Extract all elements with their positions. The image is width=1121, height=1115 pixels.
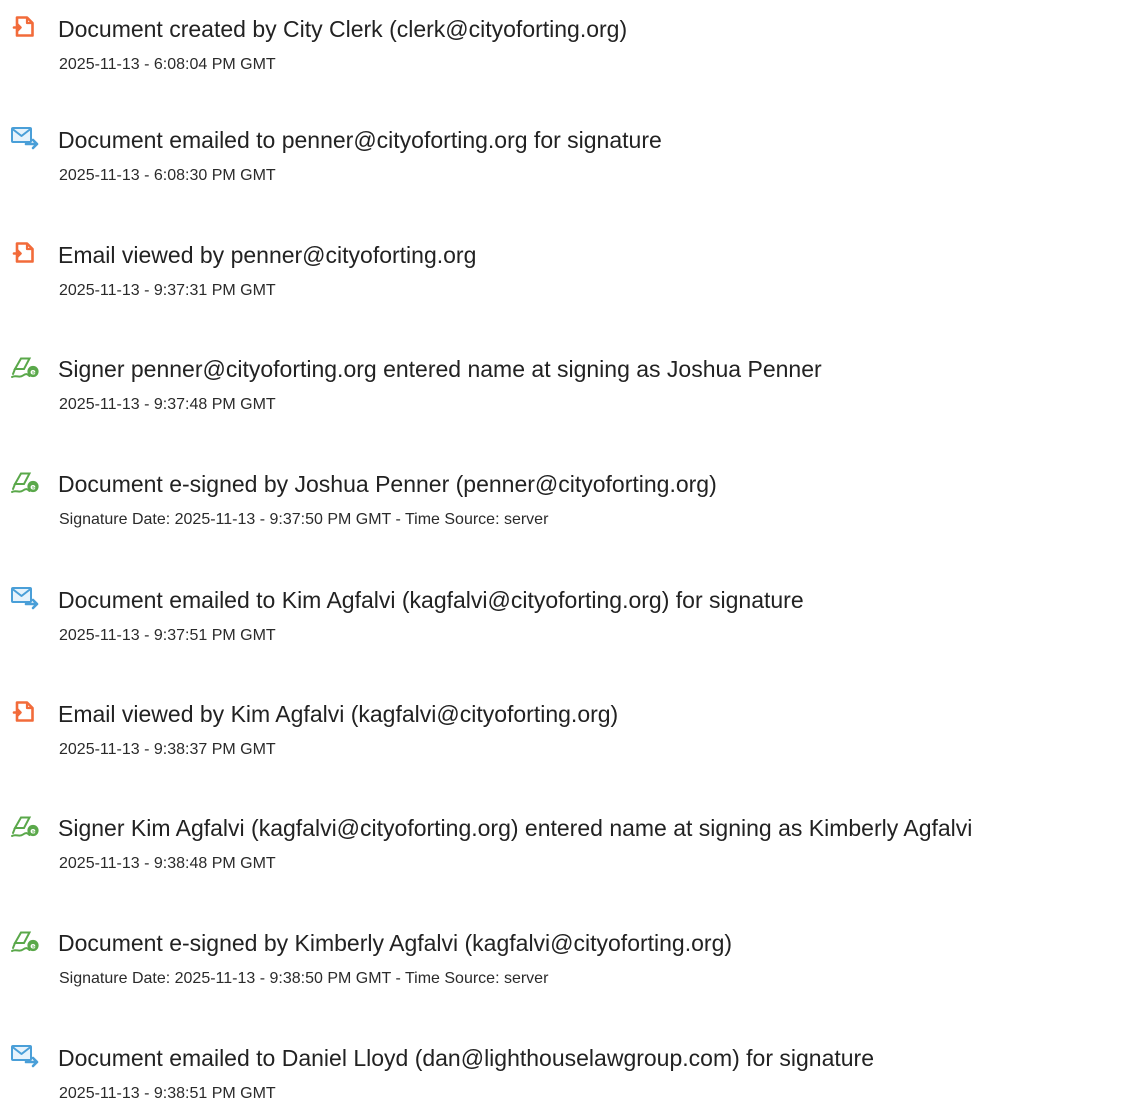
event-title: Document emailed to penner@cityoforting.… [58, 127, 662, 153]
audit-event: Document emailed to Daniel Lloyd (dan@li… [0, 1035, 1121, 1115]
event-title: Document emailed to Kim Agfalvi (kagfalv… [58, 587, 804, 613]
event-title: Document e-signed by Kimberly Agfalvi (k… [58, 930, 733, 956]
event-timestamp: Signature Date: 2025-11-13 - 9:38:50 PM … [59, 970, 549, 987]
audit-event: Document created by City Clerk (clerk@ci… [0, 6, 1121, 86]
email-icon [10, 122, 40, 152]
event-timestamp: 2025-11-13 - 6:08:30 PM GMT [59, 167, 276, 184]
svg-text:e: e [30, 827, 36, 836]
audit-event: e Document e-signed by Kimberly Agfalvi … [0, 920, 1121, 1000]
svg-text:e: e [30, 483, 36, 492]
event-title: Document emailed to Daniel Lloyd (dan@li… [58, 1045, 875, 1071]
event-timestamp: 2025-11-13 - 9:38:48 PM GMT [59, 855, 276, 872]
signature-icon: e [10, 466, 40, 496]
event-timestamp: 2025-11-13 - 9:37:51 PM GMT [59, 627, 276, 644]
event-timestamp: 2025-11-13 - 9:37:48 PM GMT [59, 396, 276, 413]
document-icon [10, 696, 40, 726]
signature-icon: e [10, 810, 40, 840]
event-title: Document created by City Clerk (clerk@ci… [58, 16, 628, 42]
event-title: Signer Kim Agfalvi (kagfalvi@cityofortin… [58, 815, 973, 841]
document-icon [10, 11, 40, 41]
signature-icon: e [10, 925, 40, 955]
event-timestamp: 2025-11-13 - 6:08:04 PM GMT [59, 56, 276, 73]
event-timestamp: 2025-11-13 - 9:38:51 PM GMT [59, 1085, 276, 1102]
event-title: Document e-signed by Joshua Penner (penn… [58, 471, 717, 497]
event-timestamp: 2025-11-13 - 9:38:37 PM GMT [59, 741, 276, 758]
event-title: Email viewed by Kim Agfalvi (kagfalvi@ci… [58, 701, 619, 727]
event-timestamp: Signature Date: 2025-11-13 - 9:37:50 PM … [59, 511, 549, 528]
svg-text:e: e [30, 942, 36, 951]
audit-event: e Signer penner@cityoforting.org entered… [0, 346, 1121, 426]
event-title: Email viewed by penner@cityoforting.org [58, 242, 477, 268]
audit-event: Document emailed to Kim Agfalvi (kagfalv… [0, 577, 1121, 657]
signature-icon: e [10, 351, 40, 381]
document-icon [10, 237, 40, 267]
email-icon [10, 1040, 40, 1070]
audit-event: Email viewed by penner@cityoforting.org … [0, 232, 1121, 312]
audit-event: e Document e-signed by Joshua Penner (pe… [0, 461, 1121, 541]
email-icon [10, 582, 40, 612]
event-title: Signer penner@cityoforting.org entered n… [58, 356, 822, 382]
audit-event: Email viewed by Kim Agfalvi (kagfalvi@ci… [0, 691, 1121, 771]
event-timestamp: 2025-11-13 - 9:37:31 PM GMT [59, 282, 276, 299]
audit-event: e Signer Kim Agfalvi (kagfalvi@cityofort… [0, 805, 1121, 885]
svg-text:e: e [30, 368, 36, 377]
audit-event: Document emailed to penner@cityoforting.… [0, 117, 1121, 197]
